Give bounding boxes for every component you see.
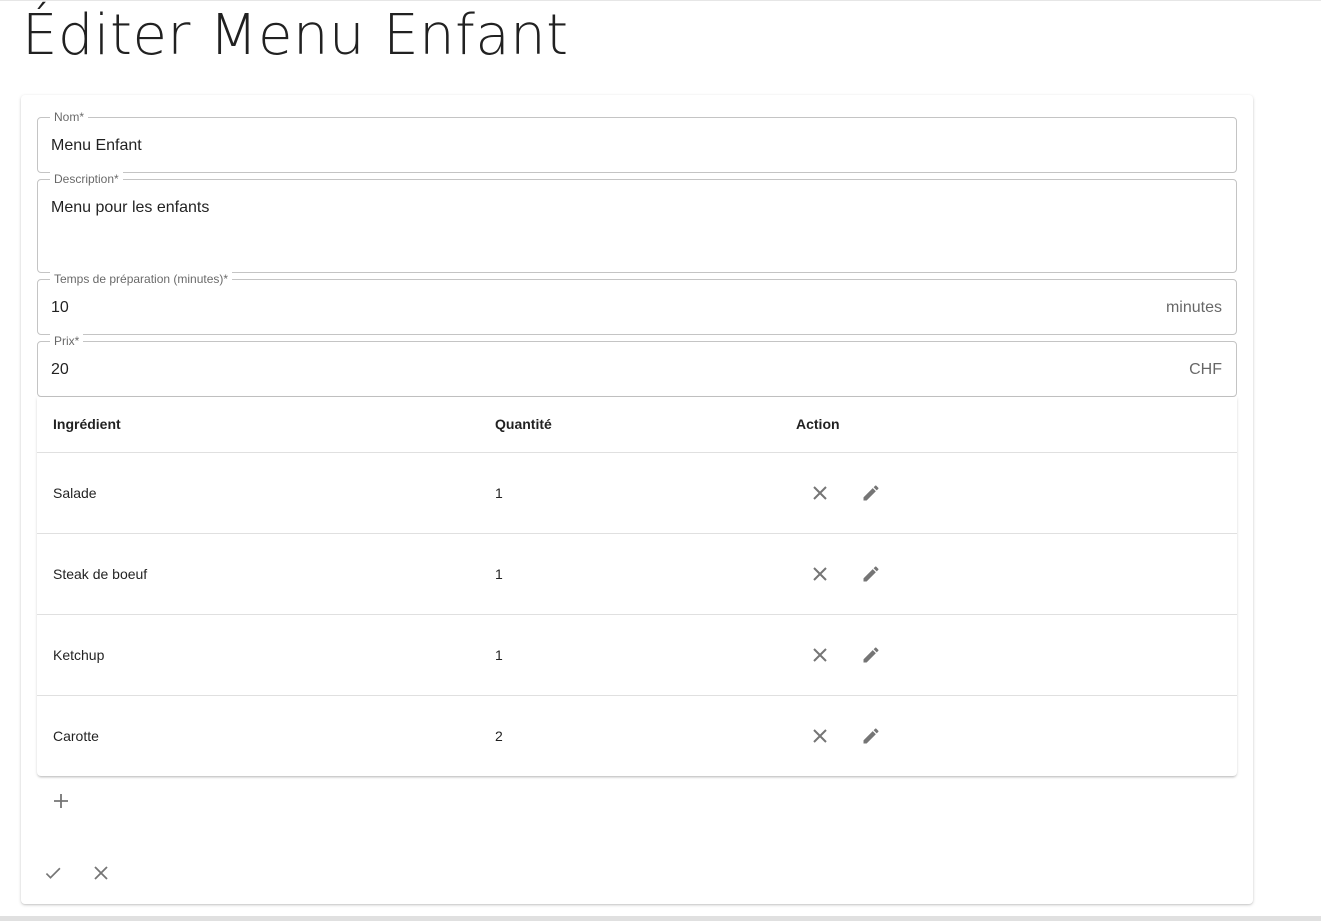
ingredients-table: Ingrédient Quantité Action Salade 1 Stea… (37, 397, 1237, 776)
price-currency: CHF (1189, 361, 1222, 378)
close-icon (813, 648, 827, 662)
quantity-cell: 2 (495, 728, 503, 744)
edit-ingredient-button[interactable] (855, 477, 887, 509)
price-field[interactable]: Prix* 20 CHF (37, 334, 1237, 397)
pencil-icon (863, 566, 879, 582)
name-field-value[interactable]: Menu Enfant (51, 137, 142, 155)
add-ingredient-button[interactable] (45, 785, 77, 817)
table-header: Ingrédient Quantité Action (37, 397, 1237, 453)
ingredient-cell: Steak de boeuf (53, 566, 148, 582)
close-icon (813, 567, 827, 581)
pencil-icon (863, 647, 879, 663)
close-icon (94, 866, 108, 880)
quantity-cell: 1 (495, 566, 503, 582)
delete-ingredient-button[interactable] (804, 477, 836, 509)
edit-ingredient-button[interactable] (855, 639, 887, 671)
prep-time-field[interactable]: Temps de préparation (minutes)* 10 minut… (37, 272, 1237, 335)
column-header-ingredient: Ingrédient (53, 416, 121, 432)
quantity-cell: 1 (495, 647, 503, 663)
page: Éditer Menu Enfant Nom* Menu Enfant Desc… (0, 0, 1321, 921)
table-row: Ketchup 1 (37, 615, 1237, 696)
table-row: Steak de boeuf 1 (37, 534, 1237, 615)
check-icon (45, 867, 61, 879)
prep-time-field-label: Temps de préparation (minutes)* (50, 272, 233, 286)
table-row: Salade 1 (37, 453, 1237, 534)
top-divider (0, 0, 1321, 1)
delete-ingredient-button[interactable] (804, 720, 836, 752)
price-field-value[interactable]: 20 (51, 361, 69, 379)
page-title: Éditer Menu Enfant (22, 3, 569, 68)
delete-ingredient-button[interactable] (804, 558, 836, 590)
ingredient-cell: Ketchup (53, 647, 105, 663)
plus-icon (54, 794, 68, 808)
description-field-value[interactable]: Menu pour les enfants (51, 199, 209, 217)
edit-ingredient-button[interactable] (855, 558, 887, 590)
name-field-label: Nom* (50, 110, 89, 124)
pencil-icon (863, 728, 879, 744)
table-row: Carotte 2 (37, 696, 1237, 777)
price-field-label: Prix* (50, 334, 84, 348)
prep-time-unit: minutes (1165, 299, 1222, 316)
bottom-divider (0, 916, 1321, 921)
save-button[interactable] (37, 857, 69, 889)
column-header-action: Action (796, 416, 840, 432)
edit-ingredient-button[interactable] (855, 720, 887, 752)
close-icon (813, 729, 827, 743)
description-field[interactable]: Description* Menu pour les enfants (37, 172, 1237, 273)
edit-menu-card: Nom* Menu Enfant Description* Menu pour … (21, 95, 1253, 904)
cancel-button[interactable] (85, 857, 117, 889)
delete-ingredient-button[interactable] (804, 639, 836, 671)
ingredient-cell: Carotte (53, 728, 99, 744)
prep-time-field-value[interactable]: 10 (51, 299, 69, 317)
description-field-label: Description* (50, 172, 123, 186)
close-icon (813, 486, 827, 500)
column-header-quantity: Quantité (495, 416, 552, 432)
quantity-cell: 1 (495, 485, 503, 501)
pencil-icon (863, 485, 879, 501)
name-field[interactable]: Nom* Menu Enfant (37, 110, 1237, 173)
ingredient-cell: Salade (53, 485, 97, 501)
